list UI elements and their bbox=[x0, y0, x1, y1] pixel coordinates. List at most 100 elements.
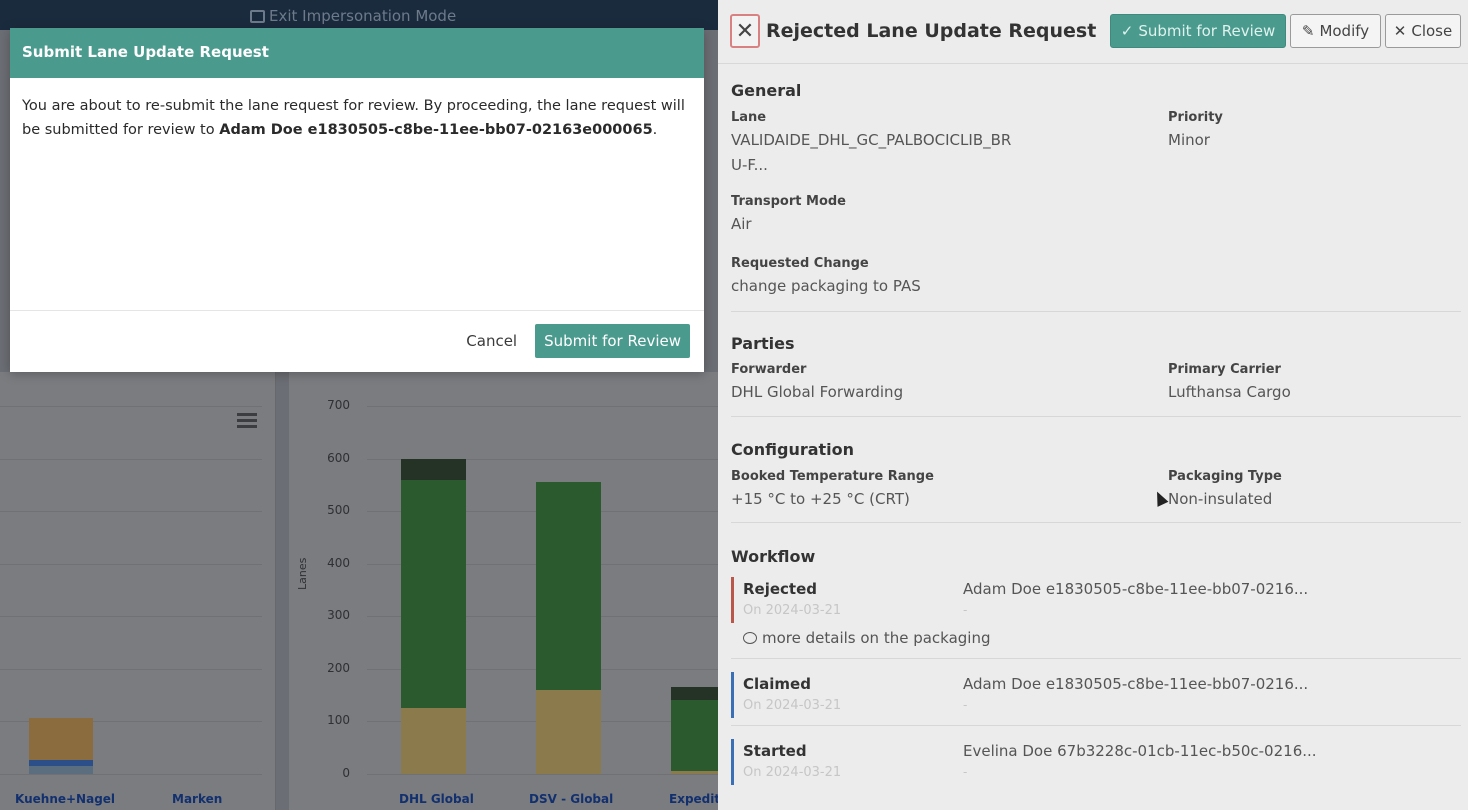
submit-for-review-button[interactable]: Submit for Review bbox=[535, 324, 690, 358]
forwarder-label: Forwarder bbox=[731, 362, 807, 377]
transport-mode-label: Transport Mode bbox=[731, 194, 846, 209]
bar-segment bbox=[401, 479, 466, 709]
panel-submit-review-label: Submit for Review bbox=[1138, 22, 1276, 40]
close-label: Close bbox=[1411, 22, 1453, 40]
cancel-button[interactable]: Cancel bbox=[466, 332, 517, 350]
y-tick-label: 700 bbox=[327, 398, 350, 412]
workflow-dash: - bbox=[963, 603, 968, 617]
workflow-user: Adam Doe e1830505-c8be-11ee-bb07-0216... bbox=[963, 580, 1309, 598]
workflow-date: On 2024-03-21 bbox=[743, 698, 842, 713]
priority-label: Priority bbox=[1168, 110, 1223, 125]
grid-line bbox=[367, 406, 718, 407]
lane-request-panel: ✕ Rejected Lane Update Request ✓ Submit f… bbox=[718, 0, 1468, 810]
workflow-comment: more details on the packaging bbox=[743, 629, 991, 647]
modify-label: Modify bbox=[1319, 22, 1370, 40]
exit-icon bbox=[250, 10, 265, 23]
workflow-date: On 2024-03-21 bbox=[743, 603, 842, 618]
workflow-started-marker bbox=[731, 739, 734, 785]
submit-lane-update-modal: Submit Lane Update Request You are about… bbox=[10, 28, 704, 372]
chart-card-right bbox=[289, 372, 718, 810]
panel-title: Rejected Lane Update Request bbox=[766, 20, 1097, 42]
check-icon: ✓ bbox=[1120, 22, 1134, 40]
divider bbox=[731, 522, 1461, 523]
y-tick-label: 0 bbox=[342, 766, 350, 780]
workflow-user: Evelina Doe 67b3228c-01cb-11ec-b50c-0216… bbox=[963, 742, 1317, 760]
priority-value: Minor bbox=[1168, 131, 1210, 149]
x-category-label: DHL Global bbox=[399, 792, 474, 806]
x-category-label: Expedit bbox=[669, 792, 721, 806]
primary-carrier-value: Lufthansa Cargo bbox=[1168, 383, 1291, 401]
modal-body-end: . bbox=[652, 122, 658, 138]
packaging-type-value: Non-insulated bbox=[1168, 490, 1273, 508]
modify-button[interactable]: ✎ Modify bbox=[1290, 14, 1381, 48]
grid-line bbox=[0, 406, 262, 407]
y-tick-label: 300 bbox=[327, 608, 350, 623]
bar-segment bbox=[29, 766, 93, 774]
workflow-user: Adam Doe e1830505-c8be-11ee-bb07-0216... bbox=[963, 675, 1309, 693]
workflow-rejected-marker bbox=[731, 577, 734, 623]
modal-footer: Cancel Submit for Review bbox=[466, 324, 690, 358]
workflow-dash: - bbox=[963, 698, 968, 712]
bar-segment bbox=[401, 458, 466, 480]
panel-header: ✕ Rejected Lane Update Request ✓ Submit f… bbox=[718, 0, 1468, 64]
lane-value-line1: VALIDAIDE_DHL_GC_PALBOCICLIB_BR bbox=[731, 131, 1012, 149]
workflow-status: Claimed bbox=[743, 675, 811, 693]
section-parties-title: Parties bbox=[731, 334, 795, 353]
grid-line bbox=[0, 458, 262, 460]
requested-change-value: change packaging to PAS bbox=[731, 277, 921, 295]
lane-value-line2: U-F... bbox=[731, 156, 768, 174]
divider bbox=[731, 725, 1461, 726]
section-configuration-title: Configuration bbox=[731, 440, 855, 459]
workflow-status: Started bbox=[743, 742, 807, 760]
app-topbar: Exit Impersonation Mode bbox=[0, 0, 718, 30]
bar-segment bbox=[29, 718, 93, 760]
workflow-date: On 2024-03-21 bbox=[743, 765, 842, 780]
lane-label: Lane bbox=[731, 110, 767, 125]
exit-impersonation-label: Exit Impersonation Mode bbox=[269, 7, 457, 25]
temperature-range-value: +15 °C to +25 °C (CRT) bbox=[731, 490, 910, 508]
transport-mode-value: Air bbox=[731, 215, 752, 233]
packaging-type-label: Packaging Type bbox=[1168, 469, 1282, 484]
workflow-comment-text: more details on the packaging bbox=[762, 629, 991, 647]
workflow-claimed-marker bbox=[731, 672, 734, 718]
grid-line bbox=[0, 774, 262, 775]
x-category-label: DSV - Global bbox=[529, 792, 614, 806]
section-general-title: General bbox=[731, 81, 802, 100]
bar-segment bbox=[401, 708, 466, 774]
grid-line bbox=[0, 511, 262, 513]
close-button[interactable]: ✕ Close bbox=[1385, 14, 1461, 48]
modal-body: You are about to re-submit the lane requ… bbox=[10, 78, 704, 311]
panel-submit-review-button[interactable]: ✓ Submit for Review bbox=[1110, 14, 1286, 48]
workflow-dash: - bbox=[963, 765, 968, 779]
grid-line bbox=[0, 616, 262, 618]
y-tick-label: 600 bbox=[327, 450, 350, 465]
bar-segment bbox=[536, 689, 601, 774]
exit-impersonation-link[interactable]: Exit Impersonation Mode bbox=[250, 7, 456, 25]
grid-line bbox=[0, 668, 262, 670]
grid-line bbox=[367, 774, 718, 775]
chart-menu-icon[interactable] bbox=[237, 413, 257, 429]
requested-change-label: Requested Change bbox=[731, 256, 869, 271]
grid-line bbox=[0, 563, 262, 565]
y-tick-label: 100 bbox=[327, 713, 350, 728]
divider bbox=[731, 658, 1461, 659]
y-tick-label: 400 bbox=[327, 555, 350, 570]
divider bbox=[731, 311, 1461, 312]
close-icon: ✕ bbox=[1393, 22, 1407, 40]
primary-carrier-label: Primary Carrier bbox=[1168, 362, 1281, 377]
y-tick-label: 500 bbox=[327, 503, 350, 518]
section-workflow-title: Workflow bbox=[731, 547, 816, 566]
forwarder-value: DHL Global Forwarding bbox=[731, 383, 904, 401]
y-tick-label: 200 bbox=[327, 660, 350, 675]
temperature-range-label: Booked Temperature Range bbox=[731, 469, 934, 484]
bar-segment bbox=[536, 482, 601, 690]
modal-header: Submit Lane Update Request bbox=[10, 28, 704, 78]
modal-body-user: Adam Doe e1830505-c8be-11ee-bb07-02163e0… bbox=[219, 122, 653, 138]
panel-close-icon[interactable]: ✕ bbox=[730, 14, 760, 48]
x-category-label: Kuehne+Nagel bbox=[15, 792, 116, 806]
modal-title: Submit Lane Update Request bbox=[22, 43, 269, 61]
pencil-icon: ✎ bbox=[1301, 22, 1315, 40]
x-category-label: Marken bbox=[172, 792, 223, 806]
y-axis-label: Lanes bbox=[296, 557, 309, 590]
comment-icon bbox=[743, 632, 757, 644]
